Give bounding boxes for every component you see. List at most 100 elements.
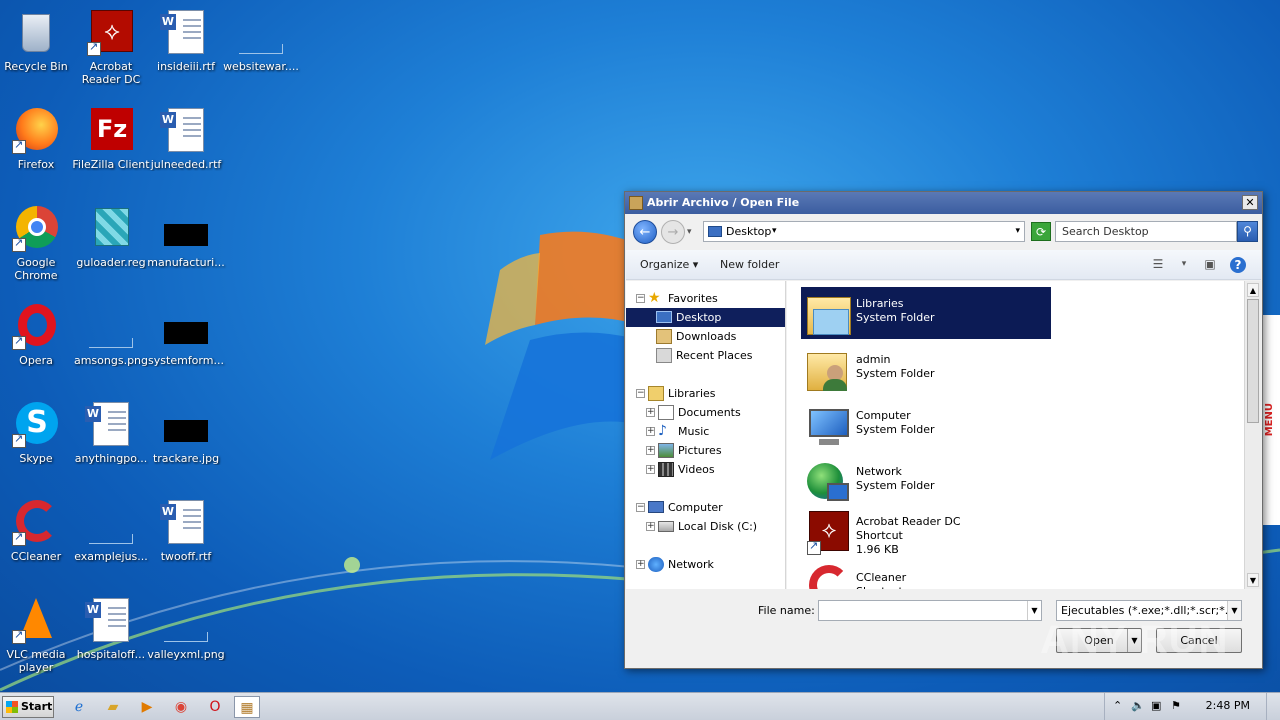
desktop-icon (656, 311, 672, 323)
close-button[interactable]: ✕ (1242, 195, 1258, 210)
dialog-titlebar[interactable]: Abrir Archivo / Open File ✕ (625, 192, 1262, 214)
desktop-icon-vlc[interactable]: VLC media player (0, 592, 78, 684)
show-desktop-button[interactable] (1266, 693, 1280, 720)
start-button[interactable]: Start (2, 696, 54, 718)
open-file-dialog[interactable]: Abrir Archivo / Open File ✕ ← → ▾ Deskto… (624, 191, 1263, 669)
media-player-icon[interactable]: ▶ (134, 696, 160, 718)
command-toolbar: Organize ▾ New folder ☰ ▾ ▣ ? (626, 250, 1261, 280)
opera-taskbar-icon[interactable]: O (202, 696, 228, 718)
action-center-flag-icon[interactable]: ⚑ (1171, 699, 1181, 712)
back-button[interactable]: ← (633, 220, 657, 244)
collapse-icon[interactable]: − (636, 503, 645, 512)
desktop-icon-julneeded[interactable]: W julneeded.rtf (144, 102, 228, 194)
desktop-icon-manufacturi[interactable]: manufacturi... (144, 200, 228, 292)
file-list: Libraries System Folder admin System Fol… (787, 281, 1244, 589)
network-status-icon[interactable]: ▣ (1151, 699, 1161, 712)
system-tray: ⌃ 🔈 ▣ ⚑ 2:48 PM (1104, 693, 1280, 720)
desktop-icon-valleyxml[interactable]: valleyxml.png (144, 592, 228, 684)
tree-libraries[interactable]: − Libraries (626, 384, 785, 403)
expand-icon[interactable]: + (636, 560, 645, 569)
search-input[interactable]: Search Desktop (1055, 221, 1237, 242)
recent-locations-dropdown[interactable]: ▾ (687, 227, 692, 237)
desktop-icon-firefox[interactable]: Firefox (0, 102, 78, 194)
help-icon[interactable]: ? (1230, 257, 1246, 273)
desktop-icon-hospitaloff[interactable]: W hospitaloff... (69, 592, 153, 684)
tree-favorites[interactable]: − ★ Favorites (626, 289, 785, 308)
clock[interactable]: 2:48 PM (1206, 699, 1250, 712)
expand-icon[interactable]: + (646, 427, 655, 436)
expand-icon[interactable]: + (646, 465, 655, 474)
desktop-icon-guloader[interactable]: guloader.reg (69, 200, 153, 292)
file-item-ccleaner[interactable]: CCleaner Shortcut (801, 561, 1051, 589)
tree-pictures[interactable]: + Pictures (626, 441, 785, 460)
tree-downloads[interactable]: Downloads (626, 327, 785, 346)
file-name-input[interactable]: ▼ (818, 600, 1042, 621)
file-list-scrollbar[interactable]: ▲ ▼ (1244, 281, 1261, 589)
tree-documents[interactable]: + Documents (626, 403, 785, 422)
file-item-libraries[interactable]: Libraries System Folder (801, 287, 1051, 339)
organize-button[interactable]: Organize ▾ (640, 258, 698, 271)
volume-icon[interactable]: 🔈 (1131, 699, 1145, 712)
desktop-icon-trackare[interactable]: trackare.jpg (144, 396, 228, 488)
file-name-dropdown-icon[interactable]: ▼ (1027, 601, 1041, 620)
desktop-icon-filezilla[interactable]: Fz FileZilla Client (69, 102, 153, 194)
desktop-icon-skype[interactable]: S Skype (0, 396, 78, 488)
desktop-icon-recycle-bin[interactable]: Recycle Bin (0, 4, 78, 96)
dialog-title: Abrir Archivo / Open File (647, 196, 800, 209)
address-dropdown-icon[interactable]: ▾ (1015, 222, 1020, 241)
desktop-icon-amsongs[interactable]: amsongs.png (69, 298, 153, 390)
file-item-admin[interactable]: admin System Folder (801, 343, 1051, 395)
windows-logo-icon (6, 701, 18, 713)
collapse-icon[interactable]: − (636, 294, 645, 303)
forward-button[interactable]: → (661, 220, 685, 244)
explorer-folder-icon[interactable]: ▰ (100, 696, 126, 718)
search-icon[interactable]: ⚲ (1237, 221, 1258, 242)
scroll-down-arrow-icon[interactable]: ▼ (1247, 573, 1259, 587)
address-bar[interactable]: Desktop ▾ ▾ (703, 221, 1025, 242)
desktop-icon-systemform[interactable]: systemform... (144, 298, 228, 390)
tree-network[interactable]: + Network (626, 555, 785, 574)
navigation-pane: − ★ Favorites Desktop Downloads Recent P… (626, 281, 786, 589)
partial-background-window[interactable]: MENU (1261, 315, 1280, 525)
view-options-icon[interactable]: ☰ (1150, 257, 1166, 271)
tree-recent-places[interactable]: Recent Places (626, 346, 785, 365)
new-folder-button[interactable]: New folder (720, 258, 779, 271)
desktop-icon-opera[interactable]: Opera (0, 298, 78, 390)
show-hidden-icons-icon[interactable]: ⌃ (1113, 699, 1122, 712)
tree-computer[interactable]: − Computer (626, 498, 785, 517)
tree-desktop[interactable]: Desktop (626, 308, 785, 327)
desktop-icon-chrome[interactable]: Google Chrome (0, 200, 78, 292)
desktop-icon-examplejus[interactable]: examplejus... (69, 494, 153, 586)
breadcrumb-chevron-icon[interactable]: ▾ (772, 222, 777, 241)
tree-videos[interactable]: + Videos (626, 460, 785, 479)
computer-monitor-icon (805, 403, 851, 449)
desktop-icon-websitewar[interactable]: websitewar.... (219, 4, 303, 96)
file-item-computer[interactable]: Computer System Folder (801, 399, 1051, 451)
expand-icon[interactable]: + (646, 522, 655, 531)
file-item-acrobat-reader[interactable]: ⟡ Acrobat Reader DC Shortcut 1.96 KB (801, 505, 1051, 557)
chrome-taskbar-icon[interactable]: ◉ (168, 696, 194, 718)
scroll-thumb[interactable] (1247, 299, 1259, 423)
tree-music[interactable]: + ♪ Music (626, 422, 785, 441)
shortcut-arrow-icon (12, 530, 26, 546)
desktop-icon-insideiii[interactable]: W insideiii.rtf (144, 4, 228, 96)
view-dropdown-icon[interactable]: ▾ (1176, 257, 1192, 271)
desktop-icon-twooff[interactable]: W twooff.rtf (144, 494, 228, 586)
expand-icon[interactable]: + (646, 446, 655, 455)
open-file-app-taskbar-icon[interactable]: ▦ (234, 696, 260, 718)
internet-explorer-icon[interactable]: ℯ (66, 696, 92, 718)
file-item-network[interactable]: Network System Folder (801, 455, 1051, 507)
refresh-button[interactable]: ⟳ (1031, 222, 1051, 241)
desktop-icon-ccleaner[interactable]: CCleaner (0, 494, 78, 586)
preview-pane-icon[interactable]: ▣ (1202, 257, 1218, 271)
address-text: Desktop (726, 225, 772, 238)
desktop-icon-acrobat[interactable]: ⟡ Acrobat Reader DC (69, 4, 153, 96)
collapse-icon[interactable]: − (636, 389, 645, 398)
recent-places-icon (656, 348, 672, 363)
expand-icon[interactable]: + (646, 408, 655, 417)
desktop-icon-anythingpo[interactable]: W anythingpo... (69, 396, 153, 488)
tree-local-disk[interactable]: + Local Disk (C:) (626, 517, 785, 536)
scroll-up-arrow-icon[interactable]: ▲ (1247, 283, 1259, 297)
network-globe-icon (805, 459, 851, 505)
filter-dropdown-icon[interactable]: ▼ (1227, 601, 1241, 620)
